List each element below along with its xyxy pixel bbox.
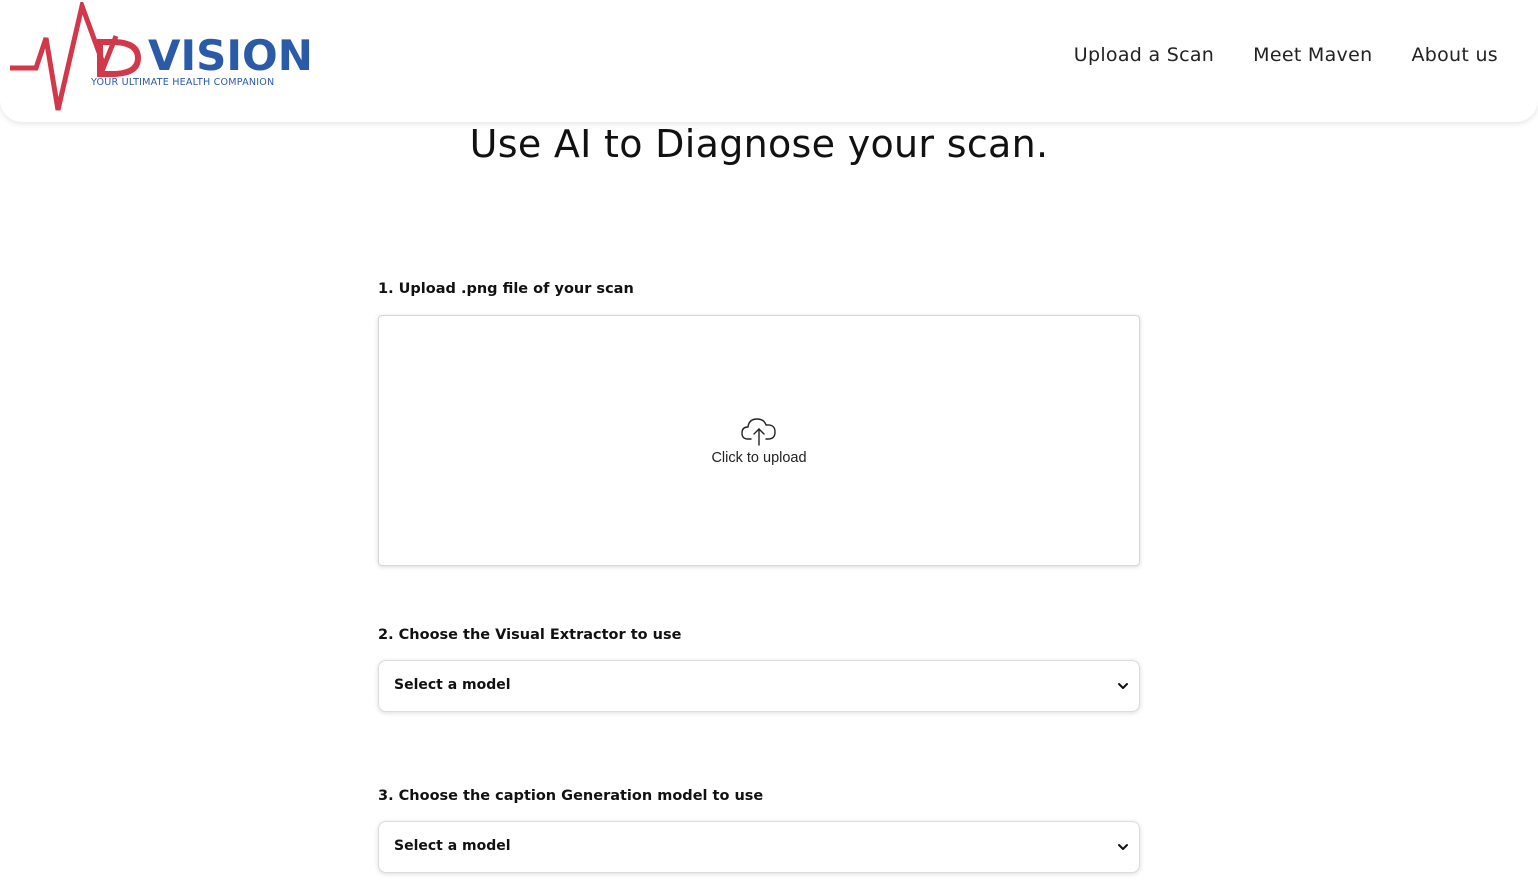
upload-step-label: 1. Upload .png file of your scan bbox=[378, 281, 634, 297]
nav-meet-maven[interactable]: Meet Maven bbox=[1253, 44, 1372, 66]
site-header: VISION YOUR ULTIMATE HEALTH COMPANION Up… bbox=[0, 0, 1538, 122]
cloud-upload-icon bbox=[741, 418, 776, 446]
chevron-down-icon bbox=[1118, 683, 1128, 689]
main-nav: Upload a Scan Meet Maven About us bbox=[1074, 44, 1498, 66]
upload-prompt-text: Click to upload bbox=[711, 450, 807, 466]
visual-extractor-label: 2. Choose the Visual Extractor to use bbox=[378, 627, 682, 643]
visual-extractor-selected-value: Select a model bbox=[394, 677, 511, 693]
brand-name: VISION bbox=[148, 31, 313, 80]
upload-prompt: Click to upload bbox=[379, 414, 1139, 466]
brand-tagline: YOUR ULTIMATE HEALTH COMPANION bbox=[91, 77, 275, 88]
chevron-down-icon bbox=[1118, 844, 1128, 850]
visual-extractor-select[interactable]: Select a model bbox=[378, 660, 1140, 712]
scan-upload-dropzone[interactable]: Click to upload bbox=[378, 315, 1140, 566]
md-vision-logo[interactable]: VISION YOUR ULTIMATE HEALTH COMPANION bbox=[8, 2, 313, 114]
caption-model-select[interactable]: Select a model bbox=[378, 821, 1140, 873]
heartbeat-md-logo-mark bbox=[10, 2, 142, 111]
caption-model-label: 3. Choose the caption Generation model t… bbox=[378, 788, 764, 804]
caption-model-selected-value: Select a model bbox=[394, 838, 511, 854]
nav-about-us[interactable]: About us bbox=[1411, 44, 1498, 66]
nav-upload-scan[interactable]: Upload a Scan bbox=[1074, 44, 1214, 66]
page-title: Use AI to Diagnose your scan. bbox=[469, 122, 1049, 166]
